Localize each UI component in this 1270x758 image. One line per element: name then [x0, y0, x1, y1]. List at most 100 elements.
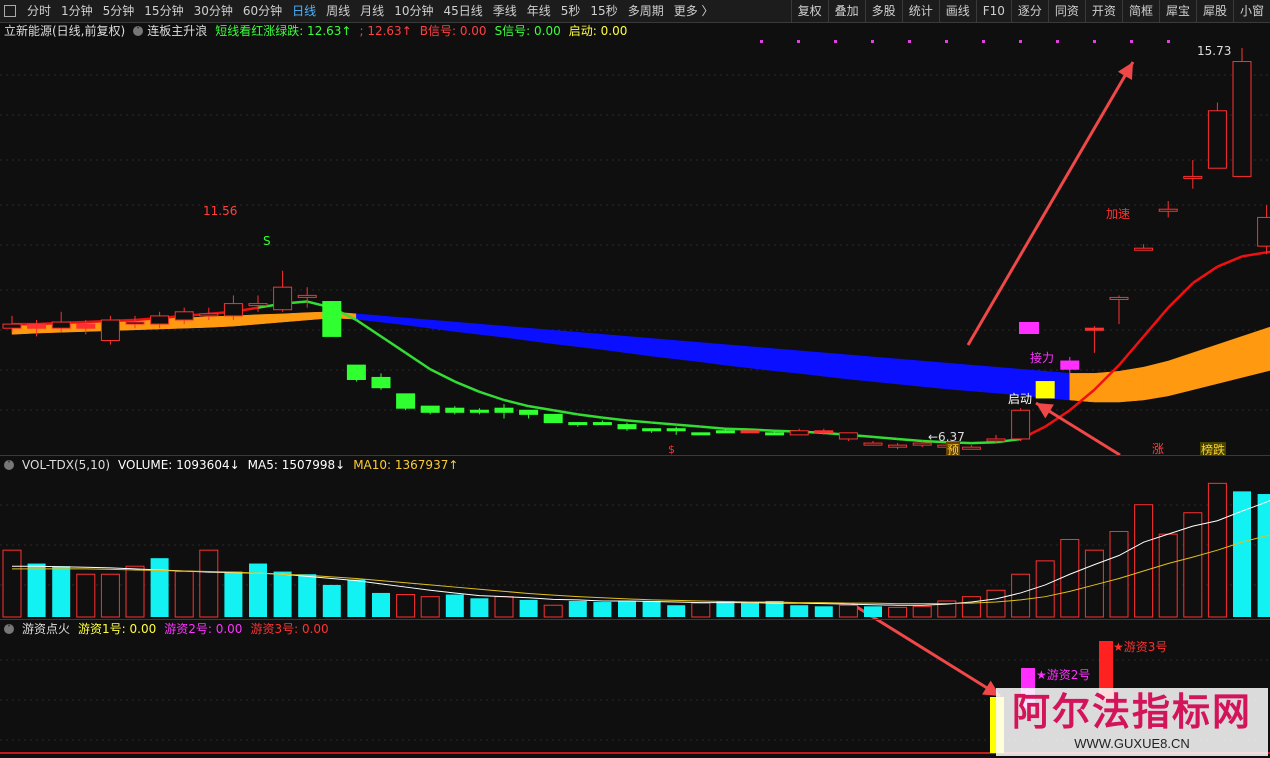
candle-body — [617, 424, 637, 430]
candle-body — [100, 319, 120, 342]
candle-body — [814, 430, 834, 434]
candle-body — [642, 428, 662, 432]
panel-divider-volume — [0, 619, 1270, 620]
s-signal-label: S — [263, 234, 271, 248]
top-dot — [797, 40, 800, 43]
cloud-band-segment — [479, 323, 505, 338]
cloud-band-segment — [921, 360, 948, 390]
candle-body — [51, 321, 71, 329]
top-dot — [760, 40, 763, 43]
fire-f1: 游资1号: 0.00 — [78, 622, 157, 636]
cloud-band-segment — [577, 332, 603, 350]
candle-body — [888, 444, 908, 448]
watermark: 阿尔法指标网 WWW.GUXUE8.CN — [996, 688, 1268, 756]
candle-body — [691, 432, 711, 436]
watermark-main: 阿尔法指标网 — [1011, 690, 1252, 734]
volume-value: VOLUME: 1093604↓ — [118, 458, 240, 472]
candle-body — [592, 422, 612, 426]
ma-line-segment — [355, 318, 382, 338]
cloud-band-segment — [528, 327, 554, 345]
volume-bar — [864, 606, 882, 617]
top-dot — [982, 40, 985, 43]
ma-line-segment — [454, 380, 480, 393]
fire-title[interactable]: 游资点火 — [22, 621, 70, 637]
ma-line-segment — [700, 425, 726, 430]
candle-body — [1011, 409, 1031, 440]
volume-bar — [52, 566, 71, 617]
top-dot — [908, 40, 911, 43]
volume-bar — [642, 600, 661, 617]
cloud-band-segment — [995, 366, 1021, 396]
cloud-band-segment — [749, 346, 775, 372]
fire-label-3: ★游资3号 — [1113, 640, 1167, 654]
volume-bar — [322, 584, 341, 617]
volume-bar — [150, 558, 169, 617]
top-dot — [1130, 40, 1133, 43]
volume-bar — [2, 549, 22, 618]
candle-body — [986, 438, 1006, 442]
candle-body — [469, 409, 489, 413]
candle-body — [199, 313, 219, 317]
ma-line-segment — [651, 421, 677, 426]
candle-body — [789, 430, 809, 436]
chevron-down-icon[interactable]: ˅ — [4, 460, 14, 470]
fire-label-2: ★游资2号 — [1036, 668, 1090, 682]
volume-bar — [814, 606, 833, 617]
candle-body — [1084, 327, 1104, 331]
candle-body — [1134, 247, 1154, 251]
arrow-fire — [851, 602, 1001, 698]
top-dot — [834, 40, 837, 43]
candle-body — [1232, 61, 1252, 177]
top-dot — [945, 40, 948, 43]
cloud-band-segment — [798, 350, 825, 377]
volume-bar — [838, 604, 858, 618]
top-dot — [1093, 40, 1096, 43]
chevron-down-icon[interactable]: ˅ — [4, 624, 14, 634]
volume-title[interactable]: VOL-TDX(5,10) — [22, 457, 110, 473]
cloud-band-segment — [651, 338, 677, 360]
candle-body — [666, 428, 686, 432]
volume-bar — [1011, 573, 1031, 618]
candle-body — [715, 430, 735, 434]
top-dot — [1056, 40, 1059, 43]
cloud-band-segment — [454, 321, 480, 335]
chart-canvas[interactable]: 11.5615.73←6.37S$启动接力加速预涨榜跌★游资2号★游资3号 — [0, 0, 1270, 758]
volume-bar — [716, 600, 735, 617]
start-label: 启动 — [1008, 392, 1032, 406]
volume-bar — [1109, 530, 1129, 618]
relay-label: 接力 — [1030, 350, 1054, 365]
candle-body — [76, 323, 96, 329]
cloud-band-segment — [700, 342, 726, 366]
volume-bar — [1257, 494, 1270, 617]
cloud-band-segment — [626, 336, 652, 357]
candle-body — [322, 301, 342, 337]
panel-divider-main — [0, 455, 1270, 456]
ma-line-segment — [602, 416, 628, 422]
ma-line-segment — [404, 351, 431, 371]
cloud-band-segment — [405, 317, 431, 329]
volume-legend: ˅ VOL-TDX(5,10) VOLUME: 1093604↓ MA5: 15… — [4, 457, 458, 473]
volume-bar — [618, 600, 636, 617]
cloud-band-segment — [823, 352, 849, 380]
fire-legend: ˅ 游资点火 游资1号: 0.00 游资2号: 0.00 游资3号: 0.00 — [4, 621, 329, 637]
cloud-band-segment — [282, 312, 308, 323]
cloud-band-segment — [1266, 326, 1270, 372]
volume-bar — [174, 571, 194, 618]
fire-f2: 游资2号: 0.00 — [164, 622, 243, 636]
cloud-band-segment — [208, 315, 234, 328]
top-dot — [1167, 40, 1170, 43]
cloud-band-segment — [675, 340, 702, 363]
candle-body — [150, 315, 170, 325]
ma-line-segment — [552, 409, 579, 416]
cloud-band-segment — [1192, 344, 1218, 391]
ma-line-segment — [971, 441, 997, 445]
ma-line-segment — [1192, 265, 1219, 285]
candle-body — [1257, 216, 1270, 247]
candle-body — [223, 303, 243, 317]
cloud-band-segment — [725, 344, 751, 369]
arrow-up — [966, 61, 1135, 346]
volume-bar — [420, 596, 440, 618]
ma-line-segment — [1266, 250, 1270, 254]
candle-body — [297, 294, 317, 298]
relay-marker — [1019, 322, 1039, 334]
